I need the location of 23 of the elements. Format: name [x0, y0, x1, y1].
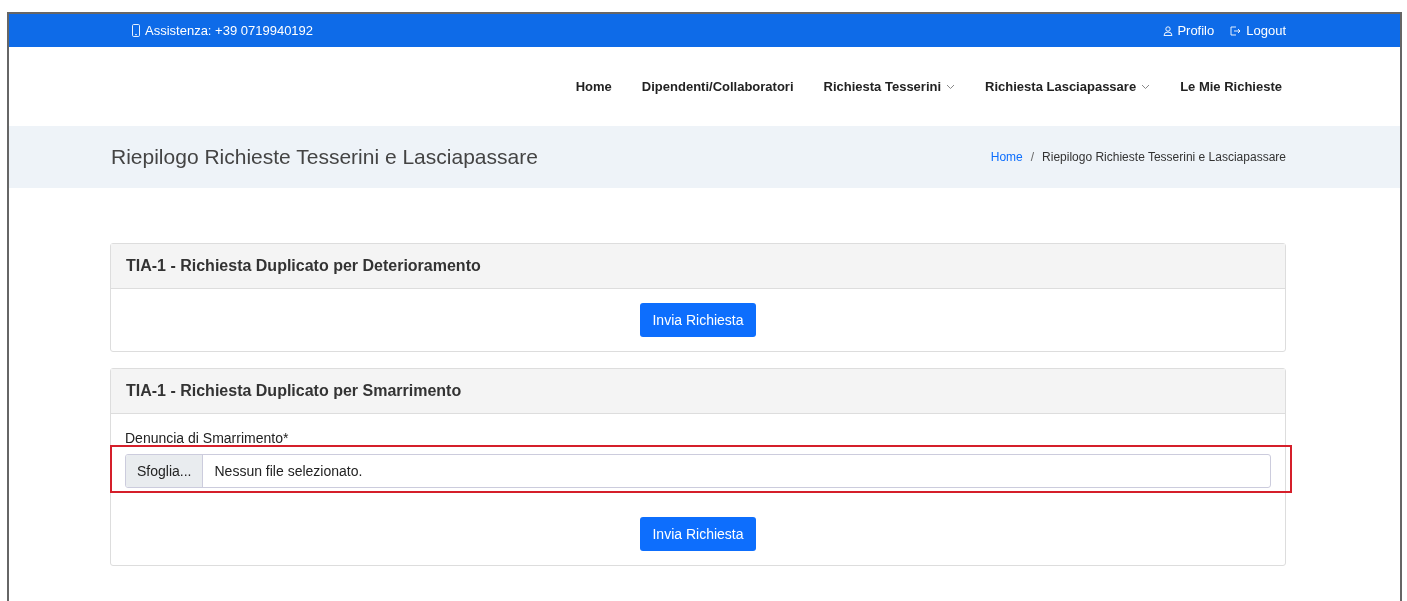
phone-icon — [132, 24, 140, 37]
card-title: TIA-1 - Richiesta Duplicato per Smarrimento — [111, 369, 1285, 414]
chevron-down-icon — [946, 83, 956, 90]
profile-link[interactable]: Profilo — [1163, 23, 1215, 38]
user-icon — [1163, 25, 1174, 36]
support-phone: Assistenza: +39 0719940192 — [145, 23, 314, 38]
page-title: Riepilogo Richieste Tesserini e Lasciapassare — [111, 145, 538, 169]
card-title: TIA-1 - Richiesta Duplicato per Deterioramento — [111, 244, 1285, 289]
nav-item[interactable]: Dipendenti/Collaboratori — [641, 79, 794, 94]
logout-icon — [1230, 25, 1243, 36]
nav-item[interactable]: Home — [575, 79, 612, 94]
breadcrumb-link[interactable]: Home — [990, 150, 1023, 164]
logout-link[interactable]: Logout — [1230, 23, 1286, 38]
breadcrumb-separator: / — [1030, 150, 1035, 164]
nav-item[interactable]: Richiesta Lasciapassare — [985, 79, 1151, 94]
breadcrumb-current: Riepilogo Richieste Tesserini e Lasciapassare — [1042, 150, 1286, 164]
nav-item[interactable]: Richiesta Tesserini — [823, 79, 956, 94]
submit-button[interactable]: Invia Richiesta — [640, 517, 756, 551]
field-label: Denuncia di Smarrimento* — [125, 430, 290, 446]
submit-button[interactable]: Invia Richiesta — [640, 303, 756, 337]
nav-item[interactable]: Le Mie Richieste — [1180, 79, 1282, 94]
file-input[interactable]: Sfoglia... Nessun file selezionato. — [125, 454, 1271, 488]
chevron-down-icon — [1141, 83, 1151, 90]
